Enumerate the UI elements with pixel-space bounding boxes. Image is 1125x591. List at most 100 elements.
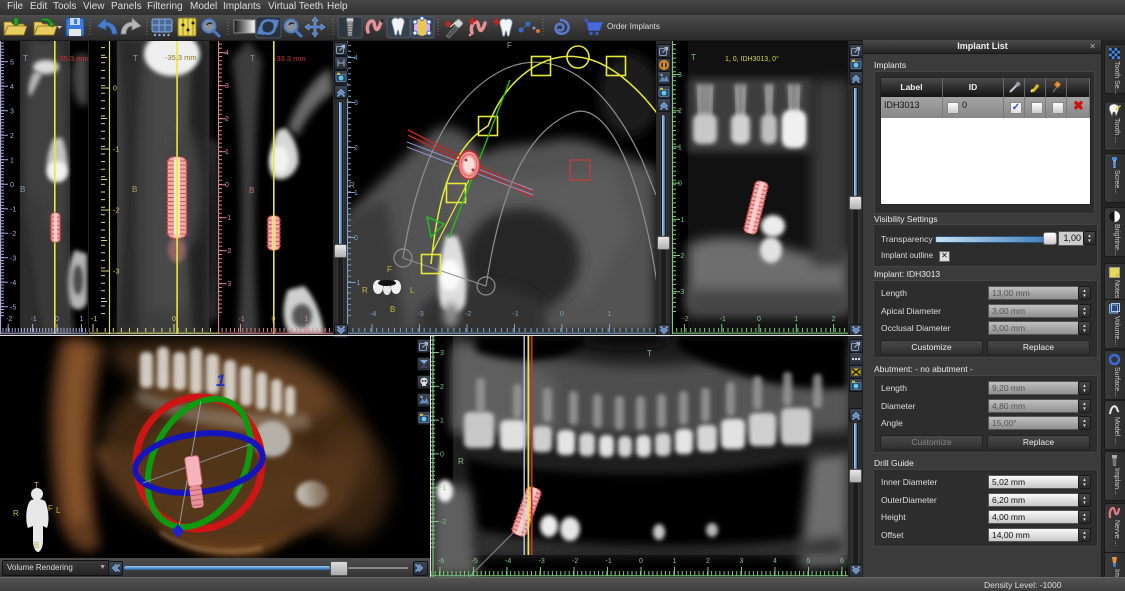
svg-text:-33.3 mm: -33.3 mm [274,54,306,63]
svg-text:-2: -2 [682,316,688,323]
svg-text:-1: -1 [10,206,16,213]
svg-text:2: 2 [354,145,358,152]
svg-text:-2: -2 [465,311,471,318]
svg-text:3: 3 [225,83,229,90]
svg-text:1: 1 [354,190,358,197]
svg-text:T: T [691,53,696,62]
svg-text:-2: -2 [10,231,16,238]
svg-text:3: 3 [678,72,682,79]
svg-text:B: B [390,305,395,314]
svg-text:T: T [34,481,39,490]
svg-text:2: 2 [832,316,836,323]
svg-text:0: 0 [272,316,276,323]
svg-text:B: B [132,185,137,194]
svg-text:-35.3 mm: -35.3 mm [165,53,197,62]
svg-text:2: 2 [440,384,444,391]
svg-text:T: T [133,54,138,63]
svg-text:0: 0 [10,182,14,189]
svg-text:0: 0 [440,451,444,458]
svg-text:2: 2 [10,133,14,140]
svg-text:R: R [13,509,19,518]
svg-text:-35.3 mm: -35.3 mm [57,54,88,63]
svg-text:-1: -1 [113,147,119,154]
svg-text:-3: -3 [225,281,231,288]
svg-text:-2: -2 [678,253,684,260]
svg-text:4: 4 [225,50,229,57]
svg-text:2: 2 [678,108,682,115]
svg-text:-2: -2 [6,316,12,323]
svg-text:4: 4 [354,55,358,62]
svg-text:5: 5 [807,558,811,565]
svg-text:-3: -3 [418,311,424,318]
svg-text:1: 1 [79,316,83,323]
svg-text:0: 0 [560,311,564,318]
svg-text:R: R [362,286,368,295]
svg-text:-3: -3 [678,289,684,296]
svg-text:-1: -1 [513,311,519,318]
svg-text:-5: -5 [10,304,16,311]
svg-text:1: 1 [673,558,677,565]
svg-text:1: 1 [225,149,229,156]
svg-text:-1: -1 [720,316,726,323]
svg-text:1: 1 [794,316,798,323]
svg-text:B: B [34,541,39,550]
svg-text:0: 0 [225,182,229,189]
svg-text:F: F [507,41,512,50]
svg-text:R: R [458,457,464,466]
svg-text:-1: -1 [31,316,37,323]
svg-text:-1: -1 [239,316,245,323]
svg-text:6: 6 [840,558,844,565]
svg-text:F: F [387,265,392,274]
svg-text:0: 0 [354,235,358,242]
svg-text:3: 3 [10,108,14,115]
svg-text:1: 1 [608,311,612,318]
svg-text:-2: -2 [572,558,578,565]
svg-text:T: T [250,54,255,63]
svg-text:0: 0 [172,316,176,323]
svg-text:0: 0 [757,316,761,323]
svg-text:-3: -3 [113,269,119,276]
svg-text:B: B [20,185,25,194]
svg-text:0: 0 [113,86,117,93]
svg-text:3: 3 [440,350,444,357]
svg-text:2: 2 [225,116,229,123]
svg-text:1: 1 [305,316,309,323]
svg-text:-4: -4 [10,280,16,287]
svg-text:3: 3 [354,100,358,107]
svg-text:F: F [48,504,53,513]
svg-text:-1: -1 [606,558,612,565]
svg-text:0: 0 [678,181,682,188]
svg-text:R: R [349,181,355,190]
svg-text:B: B [249,186,254,195]
svg-text:-2: -2 [225,248,231,255]
svg-text:4: 4 [773,558,777,565]
svg-text:0: 0 [639,558,643,565]
svg-text:T: T [647,349,652,358]
svg-text:-2: -2 [440,519,446,526]
svg-text:-4: -4 [505,558,511,565]
svg-text:-1: -1 [354,280,360,287]
svg-text:0: 0 [55,316,59,323]
svg-text:T: T [23,54,28,63]
svg-text:-1: -1 [225,215,231,222]
svg-text:-1: -1 [91,316,97,323]
svg-text:L: L [56,506,61,515]
svg-text:1: 1 [678,144,682,151]
svg-text:-3: -3 [539,558,545,565]
svg-text:5: 5 [10,59,14,66]
svg-text:1: 1 [440,418,444,425]
svg-text:4: 4 [10,84,14,91]
svg-text:-5: -5 [472,558,478,565]
svg-text:-1: -1 [440,485,446,492]
svg-text:-3: -3 [10,255,16,262]
svg-text:2: 2 [706,558,710,565]
svg-text:1, 0, IDH3013, 0°: 1, 0, IDH3013, 0° [725,55,779,63]
svg-text:L: L [410,286,415,295]
svg-text:-4: -4 [370,311,376,318]
svg-text:-2: -2 [113,208,119,215]
svg-text:-1: -1 [678,217,684,224]
svg-text:1: 1 [10,157,14,164]
svg-text:1: 1 [216,371,225,390]
svg-text:-6: -6 [438,558,444,565]
svg-text:3: 3 [740,558,744,565]
